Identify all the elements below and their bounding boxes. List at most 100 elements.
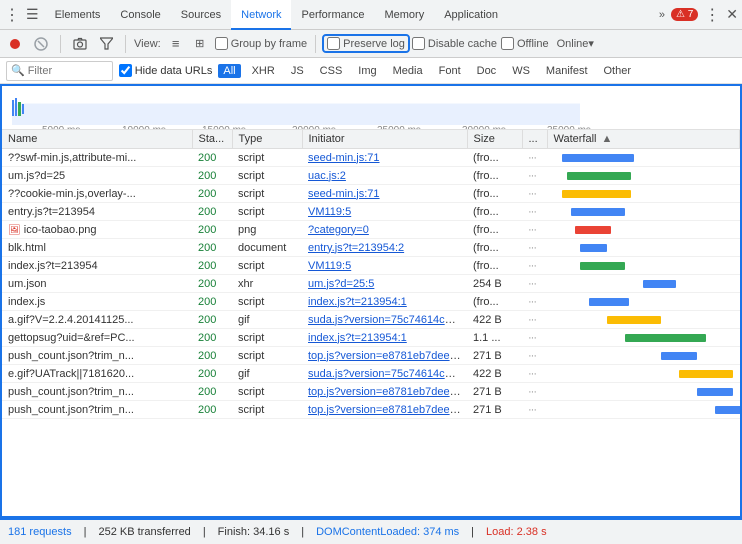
more-options-icon[interactable]: ⋮ bbox=[704, 5, 720, 25]
col-header-initiator[interactable]: Initiator bbox=[302, 130, 467, 149]
table-row[interactable]: um.json 200 xhr um.js?d=25:5 254 B ··· bbox=[2, 275, 740, 293]
table-row[interactable]: um.js?d=25 200 script uac.js:2 (fro... ·… bbox=[2, 167, 740, 185]
hide-data-urls-checkbox[interactable] bbox=[119, 64, 132, 77]
filter-font-btn[interactable]: Font bbox=[434, 64, 466, 78]
toolbar: View: ≡ ⊞ Group by frame Preserve log Di… bbox=[0, 30, 742, 58]
devtools-icon[interactable]: ⋮ bbox=[4, 5, 20, 25]
disable-cache-checkbox[interactable] bbox=[412, 37, 425, 50]
col-header-size[interactable]: Size bbox=[467, 130, 522, 149]
waterfall-bar bbox=[562, 154, 634, 162]
filter-search-icon: 🔍 bbox=[11, 64, 25, 77]
filter-media-btn[interactable]: Media bbox=[388, 64, 428, 78]
table-row[interactable]: index.js?t=213954 200 script VM119:5 (fr… bbox=[2, 257, 740, 275]
tab-network[interactable]: Network bbox=[231, 0, 291, 30]
table-row[interactable]: a.gif?V=2.2.4.20141125... 200 gif suda.j… bbox=[2, 311, 740, 329]
cell-initiator: top.js?version=e8781eb7dee3fd7f:1 bbox=[302, 383, 467, 401]
cell-size: (fro... bbox=[467, 185, 522, 203]
tab-console[interactable]: Console bbox=[110, 0, 170, 30]
cell-name: push_count.json?trim_n... bbox=[2, 383, 192, 401]
filter-ws-btn[interactable]: WS bbox=[507, 64, 535, 78]
tab-application[interactable]: Application bbox=[434, 0, 508, 30]
disable-cache-label[interactable]: Disable cache bbox=[412, 37, 497, 50]
cell-size: 422 B bbox=[467, 311, 522, 329]
filter-js-btn[interactable]: JS bbox=[286, 64, 309, 78]
col-header-waterfall[interactable]: Waterfall ▲ bbox=[547, 130, 740, 149]
tab-sources[interactable]: Sources bbox=[171, 0, 231, 30]
cell-size: (fro... bbox=[467, 221, 522, 239]
col-header-status[interactable]: Sta... bbox=[192, 130, 232, 149]
clear-button[interactable] bbox=[30, 33, 52, 55]
cell-type: png bbox=[232, 221, 302, 239]
waterfall-bar bbox=[580, 262, 625, 270]
overflow-tabs-btn[interactable]: » bbox=[659, 9, 665, 21]
filter-other-btn[interactable]: Other bbox=[599, 64, 637, 78]
filter-css-btn[interactable]: CSS bbox=[315, 64, 348, 78]
filter-input[interactable] bbox=[28, 65, 108, 77]
pipe-sep1: | bbox=[84, 526, 87, 538]
group-by-frame-checkbox[interactable] bbox=[215, 37, 228, 50]
table-row[interactable]: entry.js?t=213954 200 script VM119:5 (fr… bbox=[2, 203, 740, 221]
waterfall-bar bbox=[607, 316, 661, 324]
col-header-dots[interactable]: ... bbox=[522, 130, 547, 149]
grid-view-button[interactable]: ⊞ bbox=[189, 33, 211, 55]
filter-all-btn[interactable]: All bbox=[218, 64, 240, 78]
close-devtools-icon[interactable]: ✕ bbox=[726, 6, 738, 23]
cell-dots: ··· bbox=[522, 383, 547, 401]
cell-initiator: VM119:5 bbox=[302, 203, 467, 221]
network-table-wrap: Name Sta... Type Initiator Size ... Wate… bbox=[2, 130, 740, 516]
online-dropdown[interactable]: Online ▾ bbox=[553, 33, 598, 55]
filter-manifest-btn[interactable]: Manifest bbox=[541, 64, 593, 78]
filter-xhr-btn[interactable]: XHR bbox=[247, 64, 280, 78]
table-row[interactable]: push_count.json?trim_n... 200 script top… bbox=[2, 401, 740, 419]
dom-content-loaded: DOMContentLoaded: 374 ms bbox=[316, 526, 459, 538]
col-header-name[interactable]: Name bbox=[2, 130, 192, 149]
finish-time: Finish: 34.16 s bbox=[218, 526, 290, 538]
tab-memory[interactable]: Memory bbox=[374, 0, 434, 30]
devtools-settings-icon[interactable]: ☰ bbox=[26, 6, 39, 23]
tab-elements[interactable]: Elements bbox=[45, 0, 111, 30]
preserve-log-checkbox[interactable] bbox=[327, 37, 340, 50]
table-row[interactable]: blk.html 200 document entry.js?t=213954:… bbox=[2, 239, 740, 257]
cell-waterfall bbox=[547, 203, 740, 221]
list-view-button[interactable]: ≡ bbox=[165, 33, 187, 55]
cell-name: index.js bbox=[2, 293, 192, 311]
table-row[interactable]: ??swf-min.js,attribute-mi... 200 script … bbox=[2, 149, 740, 167]
table-row[interactable]: index.js 200 script index.js?t=213954:1 … bbox=[2, 293, 740, 311]
offline-checkbox[interactable] bbox=[501, 37, 514, 50]
cell-dots: ··· bbox=[522, 401, 547, 419]
col-header-type[interactable]: Type bbox=[232, 130, 302, 149]
filter-button[interactable] bbox=[95, 33, 117, 55]
cell-initiator: VM119:5 bbox=[302, 257, 467, 275]
camera-button[interactable] bbox=[69, 33, 91, 55]
cell-size: 1.1 ... bbox=[467, 329, 522, 347]
view-label: View: bbox=[134, 38, 161, 50]
cell-waterfall bbox=[547, 167, 740, 185]
table-row[interactable]: push_count.json?trim_n... 200 script top… bbox=[2, 383, 740, 401]
filter-doc-btn[interactable]: Doc bbox=[472, 64, 502, 78]
offline-label[interactable]: Offline bbox=[501, 37, 549, 50]
network-panel: 5000 ms 10000 ms 15000 ms 20000 ms 25000… bbox=[0, 84, 742, 518]
cell-name: ??cookie-min.js,overlay-... bbox=[2, 185, 192, 203]
filter-row: 🔍 Hide data URLs All XHR JS CSS Img Medi… bbox=[0, 58, 742, 84]
waterfall-bar bbox=[562, 190, 631, 198]
transferred-size: 252 KB transferred bbox=[98, 526, 190, 538]
record-button[interactable] bbox=[4, 33, 26, 55]
cell-status: 200 bbox=[192, 401, 232, 419]
table-row[interactable]: e.gif?UATrack||7181620... 200 gif suda.j… bbox=[2, 365, 740, 383]
table-row[interactable]: 🖼 ico-taobao.png 200 png ?category=0 (fr… bbox=[2, 221, 740, 239]
waterfall-bar bbox=[661, 352, 697, 360]
table-row[interactable]: push_count.json?trim_n... 200 script top… bbox=[2, 347, 740, 365]
tab-performance[interactable]: Performance bbox=[291, 0, 374, 30]
filter-img-btn[interactable]: Img bbox=[353, 64, 381, 78]
cell-initiator: seed-min.js:71 bbox=[302, 149, 467, 167]
preserve-log-label[interactable]: Preserve log bbox=[324, 36, 408, 51]
hide-data-urls-label[interactable]: Hide data URLs bbox=[119, 64, 213, 77]
cell-type: script bbox=[232, 383, 302, 401]
group-by-frame-label[interactable]: Group by frame bbox=[215, 37, 307, 50]
table-row[interactable]: ??cookie-min.js,overlay-... 200 script s… bbox=[2, 185, 740, 203]
table-row[interactable]: gettopsug?uid=&ref=PC... 200 script inde… bbox=[2, 329, 740, 347]
waterfall-bar bbox=[580, 244, 607, 252]
cell-waterfall bbox=[547, 347, 740, 365]
cell-status: 200 bbox=[192, 239, 232, 257]
cell-type: script bbox=[232, 401, 302, 419]
